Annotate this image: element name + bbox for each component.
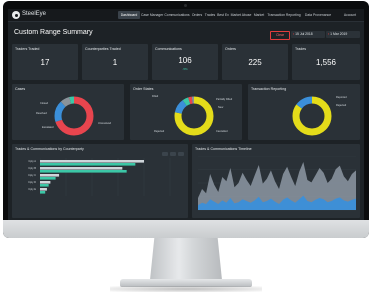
panel-title: Trades & Communications by Counterparty	[15, 147, 84, 151]
legend-label: Rejected	[336, 104, 347, 107]
nav-case-manager[interactable]: Case Manager	[141, 11, 163, 19]
screen: SteelEye Dashboard Case Manager Communic…	[8, 9, 364, 220]
bar-trades-1[interactable]	[40, 160, 144, 163]
legend-label: New	[218, 106, 224, 109]
date-from-field[interactable]: ▪ 15 Jul 2018	[291, 31, 325, 38]
nav-account[interactable]: Account	[341, 11, 359, 19]
panel-title: Order States	[133, 87, 154, 91]
webcam	[184, 4, 187, 7]
nav-market[interactable]: Market	[253, 11, 265, 19]
date-to-value: 1 Mar 2019	[330, 32, 348, 36]
panel-transaction-reporting: Transaction Reporting Reported Rejected	[248, 84, 360, 140]
panel-cases: Cases Closed Resolved Unresolved Escalat…	[12, 84, 124, 140]
nav-orders[interactable]: Orders	[191, 11, 203, 19]
legend-label: Unresolved	[98, 122, 112, 125]
date-to-field[interactable]: ▪ 1 Mar 2019	[326, 31, 360, 38]
order-states-donut-chart	[174, 96, 214, 136]
nav-dashboard[interactable]: Dashboard	[118, 11, 140, 19]
stat-value: 1,556	[315, 58, 337, 67]
date-from-value: 15 Jul 2018	[295, 32, 313, 36]
clear-button[interactable]: Clear	[270, 31, 290, 40]
bar-label: Cpty B	[28, 167, 36, 170]
nav-market-abuse[interactable]: Market Abuse	[230, 11, 252, 19]
bar-communications-2[interactable]	[40, 170, 127, 173]
stat-value: 17	[40, 58, 50, 67]
bar-label: Cpty A	[28, 160, 36, 163]
bar-label-column: Cpty A Cpty B Cpty C Cpty D Cpty E	[14, 160, 38, 195]
legend-label: Rejected	[154, 130, 165, 133]
bar-trades-3[interactable]	[40, 174, 60, 177]
top-navigation-bar: SteelEye Dashboard Case Manager Communic…	[8, 9, 364, 22]
nav-communications[interactable]: Communications	[164, 11, 190, 19]
legend-label: Reported	[336, 96, 347, 99]
nav-transaction-reporting[interactable]: Transaction Reporting	[266, 11, 302, 19]
chart-toggle-button[interactable]	[170, 152, 176, 156]
chart-toggle-button[interactable]	[162, 152, 168, 156]
legend-label: Cancelled	[216, 130, 228, 133]
bar-label: Cpty E	[28, 188, 36, 191]
stat-change: -5%	[182, 67, 188, 71]
steeleye-logo-icon[interactable]	[12, 11, 20, 19]
cases-donut-chart	[54, 96, 94, 136]
nav-trades[interactable]: Trades	[204, 11, 216, 19]
monitor-stand	[150, 238, 222, 280]
bar-communications-1[interactable]	[40, 163, 136, 166]
stat-value: 106	[178, 56, 192, 65]
stat-title: Traders Traded	[15, 47, 40, 51]
bar-communications-4[interactable]	[40, 184, 49, 187]
legend-label: Filled	[152, 95, 159, 98]
stand-shadow	[110, 286, 262, 292]
legend-label: Resolved	[36, 112, 47, 115]
bar-trades-5[interactable]	[40, 188, 47, 191]
bar-label: Cpty D	[28, 181, 36, 184]
stat-card-counterparties: Counterparties Traded 1	[82, 44, 148, 80]
nav-best-ex[interactable]: Best Ex	[217, 11, 229, 19]
bar-label: Cpty C	[28, 174, 36, 177]
stat-card-traders: Traders Traded 17	[12, 44, 78, 80]
panel-title: Trades & Communications Timeline	[195, 147, 252, 151]
transaction-reporting-donut-chart	[292, 96, 332, 136]
page-title: Custom Range Summary	[14, 29, 93, 36]
bar-trades-2[interactable]	[40, 167, 123, 170]
timeline-area-chart	[198, 156, 356, 211]
counterparty-bar-chart	[40, 158, 171, 196]
app-name: SteelEye	[22, 11, 47, 17]
stat-title: Orders	[225, 47, 236, 51]
panel-title: Transaction Reporting	[251, 87, 287, 91]
stat-value: 225	[248, 58, 262, 67]
panel-trades-comms-timeline: Trades & Communications Timeline	[192, 144, 360, 218]
stat-title: Trades	[295, 47, 307, 51]
panel-title: Cases	[15, 87, 26, 91]
bar-communications-5[interactable]	[40, 191, 46, 194]
stat-title: Counterparties Traded	[85, 47, 121, 51]
panel-trades-comms-counterparty: Trades & Communications by Counterparty …	[12, 144, 188, 218]
stat-card-orders: Orders 225	[222, 44, 288, 80]
bar-communications-3[interactable]	[40, 177, 56, 180]
stat-card-communications: Communications 106 -5%	[152, 44, 218, 80]
stat-title: Communications	[155, 47, 182, 51]
legend-label: Escalated	[42, 126, 54, 129]
legend-label: Closed	[40, 102, 49, 105]
stat-card-trades: Trades 1,556	[292, 44, 360, 80]
bar-trades-4[interactable]	[40, 181, 51, 184]
nav-data-provenance[interactable]: Data Provenance	[304, 11, 332, 19]
monitor-chin	[3, 220, 369, 238]
chart-toggle-button[interactable]	[178, 152, 184, 156]
chevron-down-icon[interactable]: ⌄	[88, 31, 91, 36]
panel-order-states: Order States Filled Partially Filled New…	[130, 84, 242, 140]
legend-label: Partially Filled	[216, 98, 233, 101]
stat-value: 1	[112, 58, 118, 67]
